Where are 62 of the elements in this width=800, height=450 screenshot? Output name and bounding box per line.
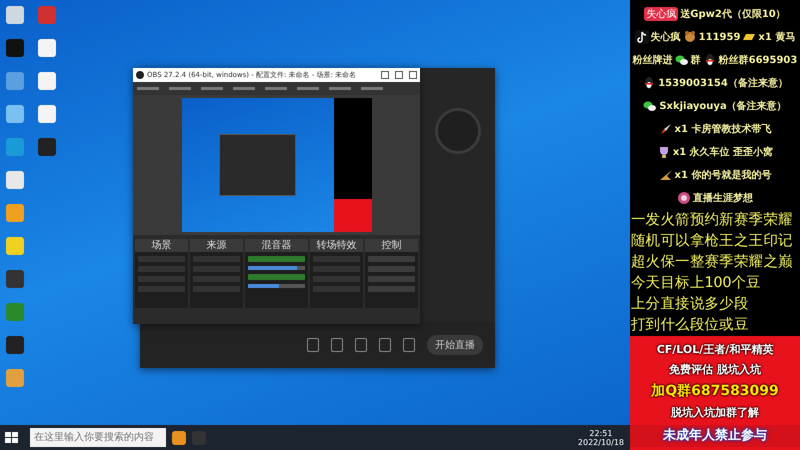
gift-text: 送Gpw2代（仅限10） bbox=[680, 8, 786, 21]
promo-text: 加Q群687583099 bbox=[651, 382, 779, 400]
gift-text: 群 bbox=[690, 54, 701, 67]
gift-text: 粉丝群6695903 bbox=[718, 54, 798, 67]
volume-slider[interactable] bbox=[248, 284, 306, 288]
desktop-app-icon[interactable] bbox=[38, 138, 56, 156]
bear-icon bbox=[682, 30, 697, 44]
promo-text: CF/LOL/王者/和平精英 bbox=[656, 342, 774, 357]
gift-text: 111959 bbox=[698, 32, 740, 42]
promo-line: 一发火箭预约新赛季荣耀 bbox=[630, 210, 794, 230]
dock-title: 场景 bbox=[135, 239, 188, 252]
desktop-app-icon[interactable] bbox=[6, 336, 24, 354]
jet-icon bbox=[658, 168, 673, 182]
gift-text: 失心疯 bbox=[650, 30, 681, 44]
desktop-app-icon[interactable] bbox=[38, 105, 56, 123]
desktop-app-icon[interactable] bbox=[6, 39, 24, 57]
desktop-app-icon[interactable] bbox=[6, 138, 24, 156]
volume-slider[interactable] bbox=[248, 266, 306, 270]
channel-badge: 失心疯 bbox=[644, 7, 678, 21]
promo-text: 免费评估 脱坑入坑 bbox=[669, 362, 761, 377]
age-notice: 未成年人禁止参与 bbox=[630, 425, 800, 448]
desktop-app-icon[interactable] bbox=[6, 6, 24, 24]
gift-text: x1 卡房管教技术带飞 bbox=[674, 122, 772, 136]
promo-text: 脱坑入坑加群了解 bbox=[671, 405, 759, 420]
desktop-app-icon[interactable] bbox=[38, 6, 56, 24]
desktop-app-icon[interactable] bbox=[6, 171, 24, 189]
gift-text: 粉丝牌进 bbox=[632, 54, 673, 67]
desktop-app-icon[interactable] bbox=[38, 39, 56, 57]
desktop-app-icon[interactable] bbox=[6, 72, 24, 90]
gift-text: x1 黄马 bbox=[758, 30, 796, 44]
chat-bubbles-icon bbox=[674, 53, 689, 67]
taskbar-app-icon[interactable] bbox=[172, 430, 186, 444]
promo-line: 上分直接说多少段 bbox=[630, 295, 750, 314]
dock-title: 来源 bbox=[190, 239, 243, 252]
search-field[interactable]: 在这里输入你要搜索的内容 bbox=[30, 428, 166, 447]
desktop-app-icon[interactable] bbox=[6, 270, 24, 288]
dock-title: 混音器 bbox=[244, 239, 308, 252]
promo-line: 随机可以拿枪王之王印记 bbox=[630, 232, 794, 251]
desktop-app-icon[interactable] bbox=[38, 72, 56, 90]
go-live-button[interactable]: 开始直播 bbox=[427, 335, 483, 355]
rocket-icon bbox=[658, 122, 673, 136]
app-logo-icon bbox=[136, 71, 144, 79]
dock-title: 转场特效 bbox=[310, 239, 364, 252]
gift-text: Sxkjiayouya（备注来意） bbox=[659, 99, 787, 113]
desktop-app-icon[interactable] bbox=[6, 204, 24, 222]
desktop-app-icon[interactable] bbox=[6, 105, 24, 123]
clock[interactable]: 22:51 2022/10/18 bbox=[578, 428, 624, 446]
dock-title: 控制 bbox=[365, 239, 418, 252]
maximize-icon[interactable] bbox=[395, 71, 403, 79]
promo-line: 今天目标上100个豆 bbox=[630, 274, 762, 293]
music-note-icon bbox=[634, 30, 649, 44]
medal-icon bbox=[677, 191, 691, 205]
gift-text: 直播生涯梦想 bbox=[693, 192, 753, 205]
desktop-app-icon[interactable] bbox=[6, 237, 24, 255]
record-ring-icon[interactable] bbox=[434, 108, 480, 154]
promo-line: 超火保一整赛季荣耀之巅 bbox=[630, 252, 794, 272]
desktop-app-icon[interactable] bbox=[6, 369, 24, 387]
chat-bubbles-icon bbox=[643, 99, 658, 113]
gift-text: x1 永久车位 歪歪小窝 bbox=[672, 145, 774, 159]
promo-line: 打到什么段位或豆 bbox=[630, 316, 750, 335]
gift-text: 1539003154（备注来意） bbox=[658, 76, 788, 90]
gift-text: x1 你的号就是我的号 bbox=[674, 168, 772, 182]
